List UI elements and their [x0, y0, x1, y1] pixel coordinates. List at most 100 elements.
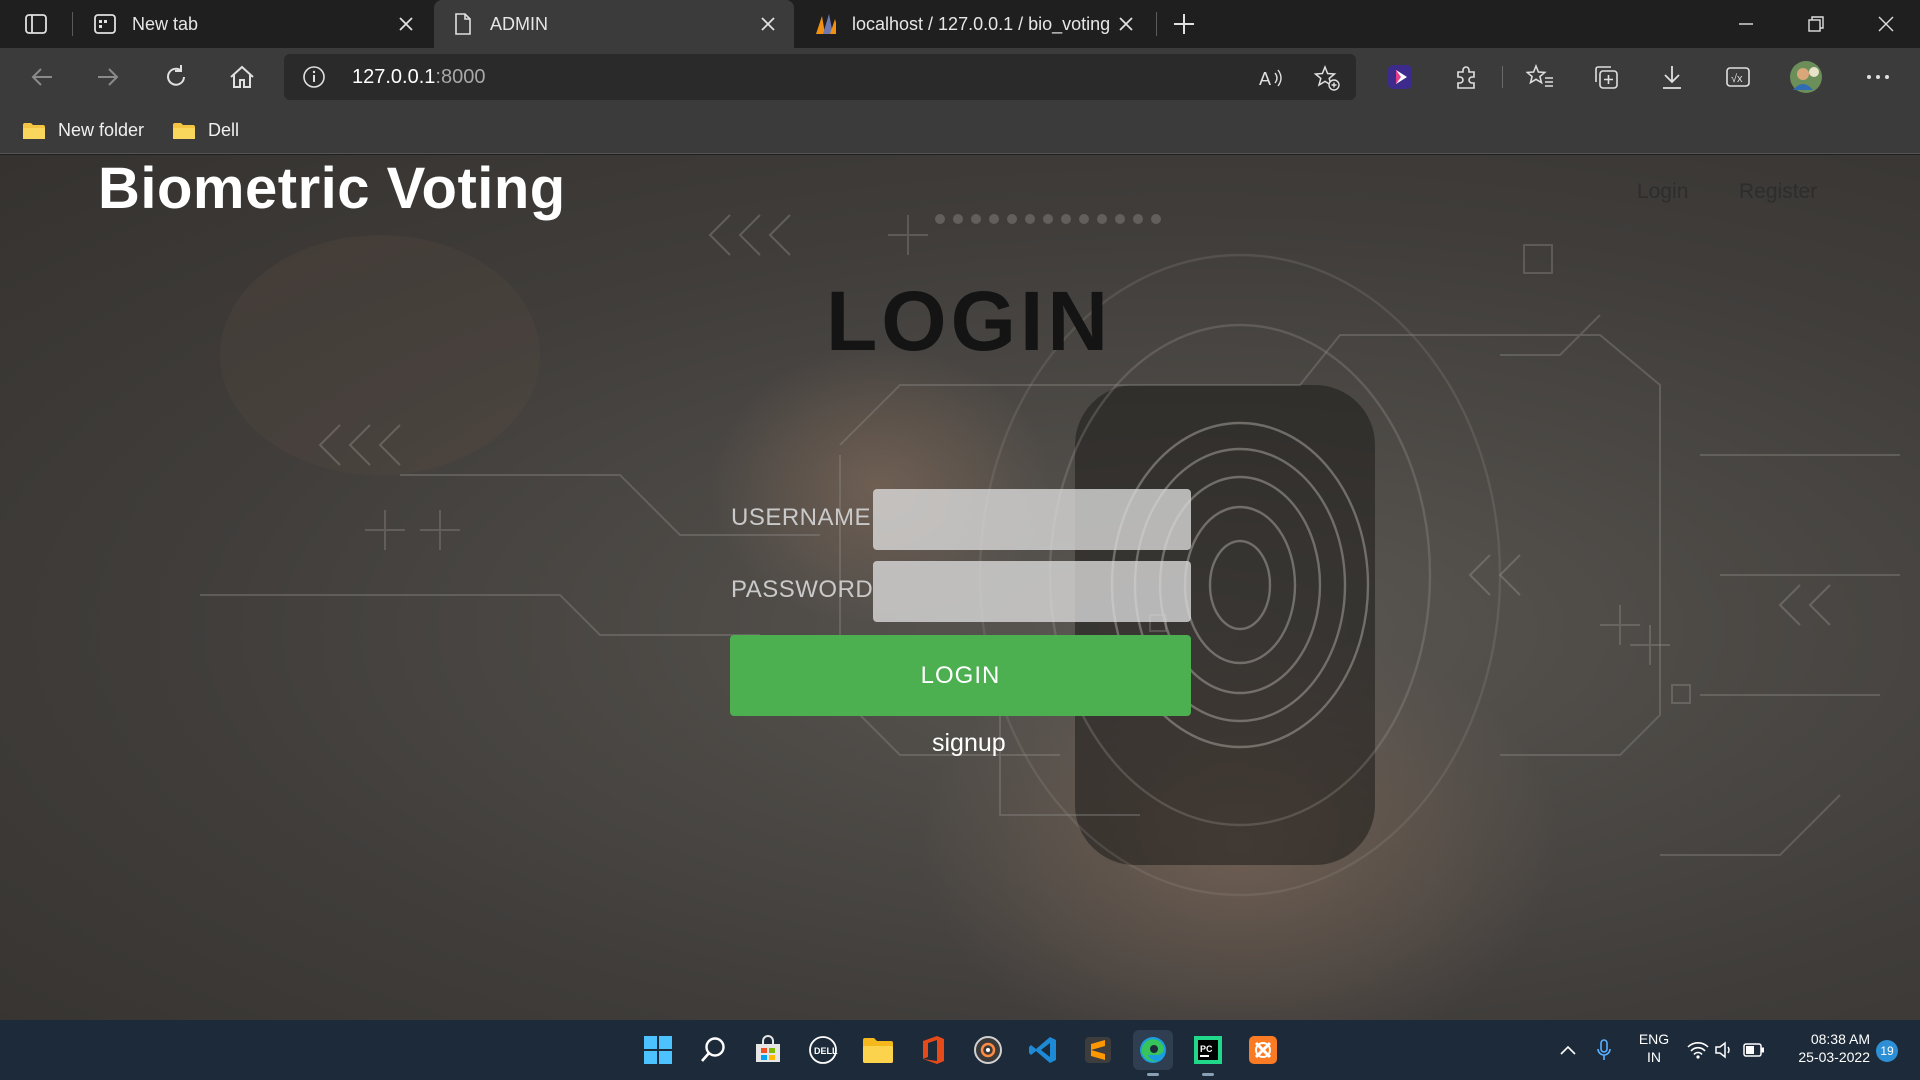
svg-text:PC: PC: [1200, 1044, 1213, 1054]
avatar: [1790, 61, 1822, 93]
taskbar-pycharm[interactable]: PC: [1188, 1030, 1228, 1076]
math-solver-button[interactable]: √x: [1718, 58, 1758, 96]
url-text[interactable]: 127.0.0.1:8000: [352, 66, 485, 89]
password-input[interactable]: [873, 561, 1191, 622]
favorites-button[interactable]: [1520, 58, 1560, 96]
info-icon[interactable]: [302, 65, 326, 89]
clock-time: 08:38 AM: [1810, 1031, 1870, 1047]
tab-title: localhost / 127.0.0.1 / bio_voting: [852, 13, 1111, 34]
wifi-icon: [1687, 1042, 1709, 1059]
start-button[interactable]: [638, 1030, 678, 1070]
taskbar-sublime[interactable]: [1078, 1030, 1118, 1070]
login-button[interactable]: LOGIN: [730, 635, 1191, 716]
extensions-button[interactable]: [1446, 58, 1486, 96]
minimize-icon: [1739, 23, 1753, 25]
tab-separator: [1156, 12, 1157, 36]
restore-button[interactable]: [1782, 0, 1850, 48]
close-icon: [1878, 16, 1894, 32]
battery-icon: [1743, 1043, 1764, 1057]
taskbar-store[interactable]: [748, 1030, 788, 1070]
xampp-icon: [1249, 1036, 1277, 1064]
nav-login-link[interactable]: Login: [1637, 180, 1688, 204]
page-icon: [452, 13, 474, 35]
back-button[interactable]: [22, 58, 62, 96]
taskbar-edge[interactable]: [1133, 1030, 1173, 1076]
home-button[interactable]: [222, 58, 262, 96]
downloads-button[interactable]: [1652, 58, 1692, 96]
tab-title: New tab: [132, 13, 199, 34]
language-code: ENG: [1638, 1031, 1670, 1047]
tab-separator: [72, 12, 73, 36]
media-extension-button[interactable]: [1380, 58, 1420, 96]
bookmark-new-folder[interactable]: New folder: [22, 116, 144, 144]
signup-link[interactable]: signup: [932, 729, 1006, 758]
file-explorer-icon: [863, 1038, 893, 1063]
clock-date: 25-03-2022: [1798, 1049, 1870, 1065]
tray-overflow-button[interactable]: [1554, 1036, 1582, 1064]
active-indicator: [1147, 1073, 1159, 1076]
reload-button[interactable]: [156, 58, 196, 96]
close-icon[interactable]: [394, 12, 418, 36]
language-indicator[interactable]: ENG IN: [1636, 1030, 1672, 1066]
brand-title[interactable]: Biometric Voting: [98, 155, 566, 222]
office-icon: [923, 1036, 944, 1064]
microphone-button[interactable]: [1590, 1036, 1618, 1064]
read-aloud-icon[interactable]: A: [1258, 65, 1284, 91]
taskbar-media-player[interactable]: [968, 1030, 1008, 1070]
page-title: LOGIN: [826, 274, 1112, 368]
nav-bar: 127.0.0.1:8000 A √x: [0, 48, 1920, 106]
wifi-button[interactable]: [1684, 1036, 1712, 1064]
taskbar-office[interactable]: [913, 1030, 953, 1070]
svg-text:A: A: [1259, 69, 1271, 89]
close-icon[interactable]: [1114, 12, 1138, 36]
tab-new-tab[interactable]: New tab: [76, 0, 432, 48]
new-tab-button[interactable]: [1166, 8, 1202, 40]
close-icon[interactable]: [756, 12, 780, 36]
battery-button[interactable]: [1740, 1036, 1768, 1064]
url-host: 127.0.0.1: [352, 66, 436, 88]
more-menu-button[interactable]: [1858, 58, 1898, 96]
phpmyadmin-icon: [814, 13, 836, 35]
media-player-icon: [974, 1036, 1002, 1064]
refresh-icon: [167, 65, 185, 86]
svg-text:DELL: DELL: [814, 1046, 838, 1056]
bookmark-dell[interactable]: Dell: [172, 116, 239, 144]
collections-button[interactable]: [1586, 58, 1626, 96]
window-close-button[interactable]: [1852, 0, 1920, 48]
url-port: :8000: [435, 66, 486, 88]
tab-actions-icon: [25, 14, 47, 34]
puzzle-icon: [1457, 66, 1475, 89]
math-solver-icon: √x: [1726, 67, 1750, 87]
taskbar-dell[interactable]: DELL: [803, 1030, 843, 1070]
notification-badge[interactable]: 19: [1876, 1040, 1898, 1062]
nav-register-link[interactable]: Register: [1739, 180, 1817, 204]
sublime-icon: [1085, 1037, 1111, 1063]
toolbar-separator: [1502, 66, 1503, 88]
add-favorite-icon[interactable]: [1314, 65, 1340, 91]
taskbar-vscode[interactable]: [1023, 1030, 1063, 1070]
clock[interactable]: 08:38 AM 25-03-2022: [1780, 1030, 1870, 1066]
windows-icon: [644, 1036, 672, 1064]
volume-button[interactable]: [1712, 1036, 1740, 1064]
minimize-button[interactable]: [1712, 0, 1780, 48]
forward-button[interactable]: [88, 58, 128, 96]
bookmark-label: New folder: [58, 119, 145, 140]
taskbar-file-explorer[interactable]: [858, 1030, 898, 1070]
taskbar: DELL PC ENG IN 08:38 AM 25-03-2022 19: [0, 1020, 1920, 1080]
taskbar-xampp[interactable]: [1243, 1030, 1283, 1070]
tab-actions-button[interactable]: [14, 8, 58, 40]
play-extension-icon: [1388, 65, 1412, 89]
tab-phpmyadmin[interactable]: localhost / 127.0.0.1 / bio_voting: [796, 0, 1152, 48]
bookmark-label: Dell: [208, 119, 240, 140]
page-content: Biometric Voting Login Register LOGIN US…: [0, 155, 1920, 1020]
folder-icon: [23, 123, 45, 139]
username-input[interactable]: [873, 489, 1191, 550]
tab-admin[interactable]: ADMIN: [434, 0, 794, 48]
address-bar[interactable]: 127.0.0.1:8000 A: [284, 54, 1356, 100]
volume-icon: [1715, 1041, 1730, 1059]
home-icon: [230, 65, 254, 88]
collections-icon: [1595, 66, 1618, 89]
active-indicator: [1202, 1073, 1214, 1076]
search-button[interactable]: [693, 1030, 733, 1070]
profile-button[interactable]: [1786, 58, 1826, 96]
